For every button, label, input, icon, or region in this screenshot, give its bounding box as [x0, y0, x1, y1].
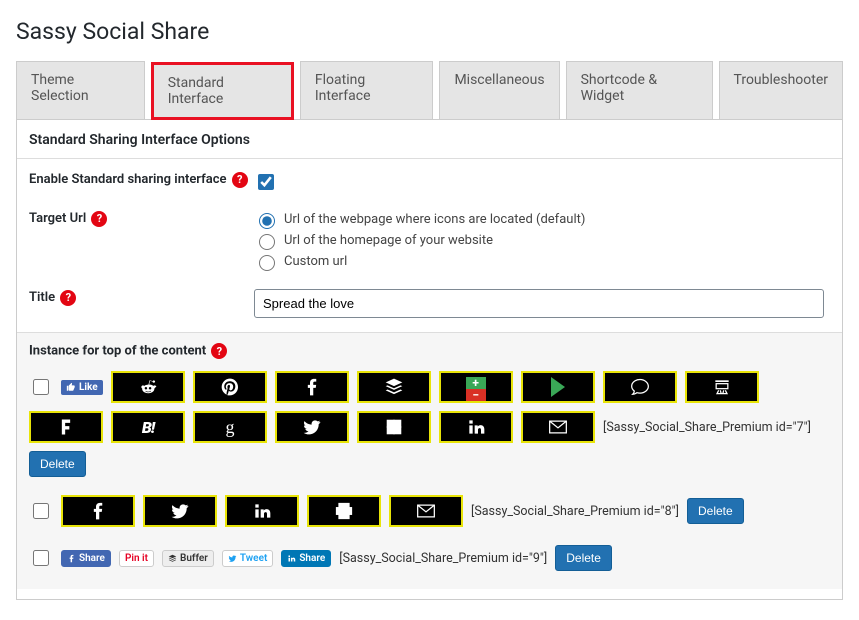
- tabs-bar: Theme Selection Standard Interface Float…: [16, 61, 843, 120]
- tab-theme-selection[interactable]: Theme Selection: [16, 61, 145, 119]
- pinterest-icon[interactable]: [193, 371, 267, 403]
- target-url-radio-custom[interactable]: [259, 255, 275, 271]
- target-url-text: Target Url: [29, 211, 86, 226]
- help-icon[interactable]: ?: [60, 290, 76, 306]
- target-url-option-custom: Custom url: [284, 254, 347, 269]
- instance-top-content-section: Instance for top of the content ? Like +…: [17, 332, 842, 589]
- shortcode-1: [Sassy_Social_Share_Premium id="7"]: [603, 420, 811, 435]
- help-icon[interactable]: ?: [91, 211, 107, 227]
- buffer-text: Buffer: [180, 553, 208, 564]
- instance-top-content-heading: Instance for top of the content ?: [29, 343, 830, 359]
- linkedin-share-badge[interactable]: Share: [281, 550, 331, 567]
- facebook-icon[interactable]: [275, 371, 349, 403]
- twitter-icon: [228, 554, 237, 563]
- enable-sharing-text: Enable Standard sharing interface: [29, 172, 226, 187]
- pinit-badge[interactable]: Pin it: [119, 550, 154, 567]
- goodreads-icon[interactable]: g: [193, 411, 267, 443]
- delete-button-1[interactable]: Delete: [29, 451, 86, 477]
- fb-share-text: Share: [79, 553, 105, 564]
- shortcode-3: [Sassy_Social_Share_Premium id="9"]: [339, 551, 547, 566]
- tab-shortcode-widget[interactable]: Shortcode & Widget: [566, 61, 713, 119]
- tab-miscellaneous[interactable]: Miscellaneous: [439, 61, 559, 119]
- comment-icon[interactable]: [603, 371, 677, 403]
- target-url-label: Target Url ?: [29, 210, 254, 228]
- fb-like-text: Like: [79, 382, 98, 393]
- linkedin-icon[interactable]: [225, 495, 299, 527]
- panel-heading: Standard Sharing Interface Options: [17, 132, 842, 159]
- reddit-icon[interactable]: [111, 371, 185, 403]
- fb-like-badge[interactable]: Like: [61, 380, 103, 395]
- instance-heading-text: Instance for top of the content: [29, 343, 206, 358]
- linkedin-share-text: Share: [299, 553, 325, 564]
- help-icon[interactable]: ?: [211, 343, 227, 359]
- enable-sharing-label: Enable Standard sharing interface ?: [29, 171, 254, 189]
- target-url-radio-default[interactable]: [259, 213, 275, 229]
- instance-row-2: [Sassy_Social_Share_Premium id="8"] Dele…: [29, 495, 830, 527]
- linkedin-icon[interactable]: [439, 411, 513, 443]
- enable-sharing-checkbox[interactable]: [258, 174, 274, 190]
- settings-panel: Standard Sharing Interface Options Enabl…: [16, 120, 843, 600]
- tab-standard-interface[interactable]: Standard Interface: [151, 62, 294, 120]
- target-url-radio-homepage[interactable]: [259, 234, 275, 250]
- buffer-icon[interactable]: [357, 371, 431, 403]
- hatena-icon[interactable]: B!: [111, 411, 185, 443]
- print-icon[interactable]: [307, 495, 381, 527]
- buffer-icon: [168, 554, 177, 563]
- douban-icon[interactable]: [685, 371, 759, 403]
- buffer-badge[interactable]: Buffer: [162, 550, 214, 567]
- tweet-text: Tweet: [240, 553, 267, 564]
- instance-row-1-checkbox[interactable]: [33, 379, 49, 395]
- stack-plus-minus-icon[interactable]: +−: [439, 371, 513, 403]
- fb-share-badge[interactable]: Share: [61, 550, 111, 567]
- shortcode-2: [Sassy_Social_Share_Premium id="8"]: [471, 504, 679, 519]
- twitter-icon[interactable]: [143, 495, 217, 527]
- twitter-icon[interactable]: [275, 411, 349, 443]
- linkedin-icon: [287, 554, 296, 563]
- facebook-icon[interactable]: [61, 495, 135, 527]
- tweet-badge[interactable]: Tweet: [222, 550, 273, 567]
- delete-button-3[interactable]: Delete: [555, 545, 612, 571]
- delicious-icon[interactable]: [357, 411, 431, 443]
- email-icon[interactable]: [389, 495, 463, 527]
- facebook-icon: [67, 554, 76, 563]
- play-icon[interactable]: [521, 371, 595, 403]
- tab-floating-interface[interactable]: Floating Interface: [300, 61, 434, 119]
- page-title: Sassy Social Share: [16, 18, 843, 45]
- target-url-option-homepage: Url of the homepage of your website: [284, 233, 493, 248]
- target-url-option-default: Url of the webpage where icons are locat…: [284, 212, 585, 227]
- fark-icon[interactable]: [29, 411, 103, 443]
- help-icon[interactable]: ?: [232, 172, 248, 188]
- thumbs-up-icon: [66, 382, 76, 392]
- title-input[interactable]: [254, 289, 824, 318]
- instance-row-1: Like +− B! g [Sassy_Social_Share_Premium…: [29, 371, 830, 477]
- instance-row-3: Share Pin it Buffer Tweet Share [Sassy_S…: [29, 545, 830, 571]
- delete-button-2[interactable]: Delete: [687, 498, 744, 524]
- title-label: Title ?: [29, 289, 254, 307]
- title-text: Title: [29, 290, 55, 305]
- email-icon[interactable]: [521, 411, 595, 443]
- instance-row-3-checkbox[interactable]: [33, 550, 49, 566]
- instance-row-2-checkbox[interactable]: [33, 503, 49, 519]
- tab-troubleshooter[interactable]: Troubleshooter: [719, 61, 844, 119]
